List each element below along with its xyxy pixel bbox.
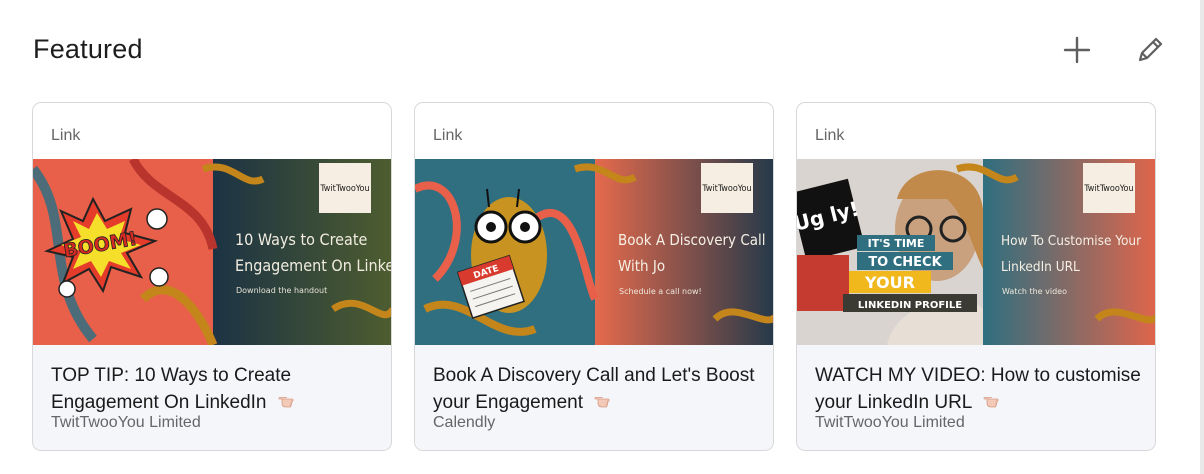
card-meta: Book A Discovery Call and Let's Boost yo… bbox=[415, 345, 773, 450]
card-source: TwitTwooYou Limited bbox=[815, 414, 965, 431]
thumb-title-line-1: Book A Discovery Call bbox=[618, 231, 766, 249]
thumb-title-line-1: How To Customise Your bbox=[1001, 233, 1141, 249]
card-type-label: Link bbox=[51, 127, 81, 144]
pointing-hand-icon bbox=[278, 397, 294, 408]
pencil-icon bbox=[1138, 37, 1163, 62]
card-source: TwitTwooYou Limited bbox=[51, 414, 201, 431]
featured-section: Featured Link BOOM! TwitTwooYou 10 Ways … bbox=[0, 0, 1204, 474]
section-title: Featured bbox=[33, 34, 143, 64]
thumb-banner-3: YOUR bbox=[864, 273, 915, 292]
thumb-logo: TwitTwooYou bbox=[319, 184, 369, 194]
scrollbar[interactable] bbox=[1200, 0, 1204, 474]
featured-card[interactable]: Link bbox=[414, 102, 774, 451]
thumb-banner-1: IT'S TIME bbox=[868, 237, 925, 250]
featured-card[interactable]: Link bbox=[32, 102, 392, 451]
card-headline: Book A Discovery Call and Let's Boost yo… bbox=[433, 365, 755, 413]
card-thumbnail[interactable]: DATE TwitTwooYou Book A Discovery Call W… bbox=[415, 159, 773, 345]
card-headline: TOP TIP: 10 Ways to Create Engagement On… bbox=[51, 362, 381, 416]
plus-icon bbox=[1063, 36, 1091, 64]
card-source: Calendly bbox=[433, 414, 496, 431]
thumb-subtitle: Schedule a call now! bbox=[619, 287, 702, 296]
card-type-label: Link bbox=[433, 127, 463, 144]
thumb-subtitle: Watch the video bbox=[1002, 287, 1067, 296]
thumb-subtitle: Download the handout bbox=[236, 286, 327, 295]
thumb-title-line-2: With Jo bbox=[618, 257, 665, 275]
thumb-banner-2: TO CHECK bbox=[868, 255, 942, 270]
add-featured-button[interactable] bbox=[1057, 30, 1097, 70]
thumb-title-line-1: 10 Ways to Create bbox=[235, 230, 367, 249]
thumb-title-line-2: Engagement On LinkedIn bbox=[235, 256, 392, 275]
card-thumbnail[interactable]: Ug ly! IT'S TIME TO CHECK YOUR LINKEDIN … bbox=[797, 159, 1155, 345]
card-type-label: Link bbox=[815, 127, 845, 144]
card-meta: TOP TIP: 10 Ways to Create Engagement On… bbox=[33, 345, 391, 450]
pointing-hand-icon bbox=[983, 397, 999, 408]
thumb-banner-4: LINKEDIN PROFILE bbox=[858, 300, 962, 311]
edit-featured-button[interactable] bbox=[1130, 30, 1170, 70]
card-meta: WATCH MY VIDEO: How to customise your Li… bbox=[797, 345, 1155, 450]
card-thumbnail[interactable]: BOOM! TwitTwooYou 10 Ways to Create Enga… bbox=[33, 159, 392, 345]
thumb-logo: TwitTwooYou bbox=[1083, 184, 1133, 194]
thumb-title-line-2: LinkedIn URL bbox=[1001, 259, 1080, 275]
thumb-logo: TwitTwooYou bbox=[701, 184, 751, 194]
pointing-hand-icon bbox=[594, 397, 610, 408]
featured-card[interactable]: Link bbox=[796, 102, 1156, 451]
card-headline: WATCH MY VIDEO: How to customise your Li… bbox=[815, 365, 1141, 413]
